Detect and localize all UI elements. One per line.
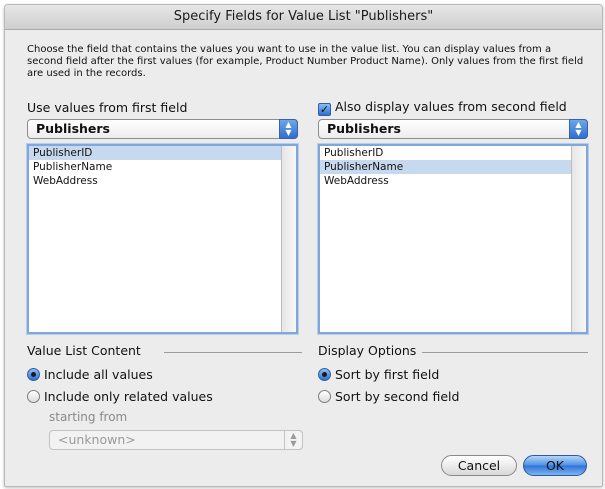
first-field-list[interactable]: PublisherID PublisherName WebAddress bbox=[27, 144, 298, 334]
radio-unselected-icon bbox=[27, 390, 40, 403]
second-field-checkbox[interactable]: ✓ Also display values from second field bbox=[318, 99, 567, 116]
value-list-content-heading: Value List Content bbox=[27, 343, 141, 358]
value-list-dialog: Specify Fields for Value List "Publisher… bbox=[4, 4, 603, 487]
value-list-content-group: Value List Content bbox=[27, 343, 302, 358]
scrollbar[interactable] bbox=[571, 146, 586, 332]
list-item[interactable]: PublisherID bbox=[320, 146, 586, 160]
include-all-values-radio[interactable]: Include all values bbox=[27, 367, 153, 383]
display-options-heading: Display Options bbox=[318, 343, 417, 358]
radio-selected-icon bbox=[27, 368, 40, 381]
include-related-values-label: Include only related values bbox=[44, 389, 213, 404]
radio-unselected-icon bbox=[318, 390, 331, 403]
radio-selected-icon bbox=[318, 368, 331, 381]
include-all-values-label: Include all values bbox=[44, 367, 153, 382]
sort-by-first-field-label: Sort by first field bbox=[335, 367, 440, 382]
cancel-button[interactable]: Cancel bbox=[441, 455, 517, 476]
starting-from-popup-value: <unknown> bbox=[58, 432, 136, 447]
sort-by-first-field-radio[interactable]: Sort by first field bbox=[318, 367, 439, 383]
list-item[interactable]: PublisherName bbox=[320, 160, 586, 174]
second-table-popup[interactable]: Publishers ▲ ▼ bbox=[318, 119, 588, 139]
second-field-list[interactable]: PublisherID PublisherName WebAddress bbox=[318, 144, 588, 334]
popup-arrows-icon: ▲ ▼ bbox=[569, 119, 588, 139]
display-options-group: Display Options bbox=[318, 343, 588, 358]
dialog-description: Choose the field that contains the value… bbox=[27, 44, 584, 79]
list-item[interactable]: WebAddress bbox=[320, 174, 586, 188]
starting-from-popup: <unknown> ▲ ▼ bbox=[49, 430, 303, 450]
list-item[interactable]: PublisherID bbox=[29, 146, 296, 160]
include-related-values-radio[interactable]: Include only related values bbox=[27, 389, 213, 405]
ok-button[interactable]: OK bbox=[523, 455, 587, 476]
dialog-title: Specify Fields for Value List "Publisher… bbox=[5, 5, 602, 30]
first-field-heading: Use values from first field bbox=[27, 100, 188, 115]
sort-by-second-field-label: Sort by second field bbox=[335, 389, 460, 404]
list-item[interactable]: WebAddress bbox=[29, 174, 296, 188]
second-field-checkbox-label: Also display values from second field bbox=[335, 99, 567, 114]
first-table-popup-value: Publishers bbox=[36, 121, 110, 136]
popup-arrows-icon: ▲ ▼ bbox=[284, 430, 303, 450]
starting-from-label: starting from bbox=[49, 410, 128, 424]
second-table-popup-value: Publishers bbox=[327, 121, 401, 136]
sort-by-second-field-radio[interactable]: Sort by second field bbox=[318, 389, 459, 405]
first-table-popup[interactable]: Publishers ▲ ▼ bbox=[27, 119, 298, 139]
list-item[interactable]: PublisherName bbox=[29, 160, 296, 174]
checkmark-icon: ✓ bbox=[318, 103, 331, 116]
divider bbox=[422, 352, 588, 353]
divider bbox=[164, 352, 302, 353]
scrollbar[interactable] bbox=[281, 146, 296, 332]
popup-arrows-icon: ▲ ▼ bbox=[279, 119, 298, 139]
